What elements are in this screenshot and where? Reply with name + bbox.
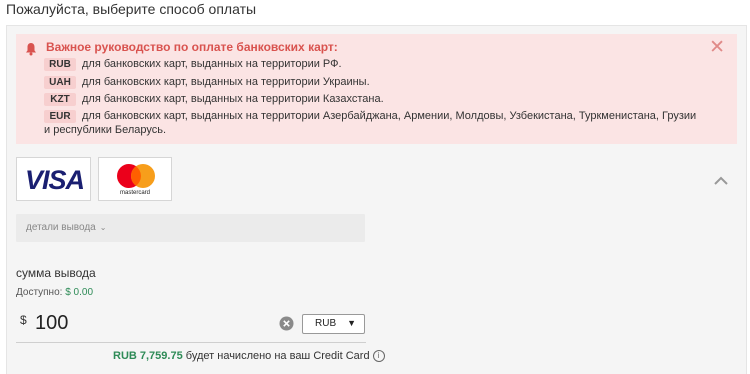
alert-title: Важное руководство по оплате банковских … — [46, 40, 338, 54]
credit-amount: RUB 7,759.75 — [113, 350, 183, 362]
alert-row-uah: UAH для банковских карт, выданных на терр… — [44, 75, 704, 89]
alert-row-rub: RUB для банковских карт, выданных на терр… — [44, 57, 704, 71]
visa-payment-option[interactable]: VISA — [16, 157, 91, 201]
mastercard-label: mastercard — [119, 190, 150, 196]
bell-icon — [25, 42, 37, 56]
clear-icon[interactable] — [279, 316, 294, 331]
visa-logo: VISA — [25, 165, 85, 195]
alert-row-text: для банковских карт, выданных на террито… — [82, 58, 342, 70]
chevron-up-icon[interactable] — [713, 173, 729, 185]
currency-select-value: RUB — [315, 318, 337, 329]
info-icon[interactable]: i — [372, 350, 385, 363]
currency-code-badge: EUR — [44, 109, 76, 123]
amount-input[interactable] — [35, 311, 265, 335]
currency-select[interactable]: RUB ▼ — [302, 314, 365, 334]
currency-symbol: $ — [20, 313, 27, 327]
currency-code-badge: RUB — [44, 57, 76, 71]
mastercard-payment-option[interactable]: mastercard — [98, 157, 172, 201]
alert-row-eur: EUR для банковских карт, выданных на терр… — [44, 109, 704, 137]
alert-row-text: для банковских карт, выданных на террито… — [82, 76, 370, 88]
available-label: Доступно: — [16, 287, 63, 298]
available-amount: $ 0.00 — [65, 287, 94, 298]
withdraw-amount-label: сумма вывода — [16, 266, 96, 280]
alert-row-kzt: KZT для банковских карт, выданных на терр… — [44, 92, 704, 106]
caret-down-icon: ▼ — [347, 318, 356, 328]
card-payment-alert: Важное руководство по оплате банковских … — [16, 34, 737, 144]
credit-summary: RUB 7,759.75 будет начислено на ваш Cred… — [113, 350, 385, 363]
alert-row-text: для банковских карт, выданных на террито… — [44, 110, 697, 136]
currency-code-badge: UAH — [44, 75, 76, 89]
close-icon[interactable]: ✕ — [709, 38, 725, 58]
credit-text: будет начислено на ваш Credit Card — [185, 350, 370, 362]
details-label: детали вывода — [26, 222, 96, 233]
page-title: Пожалуйста, выберите способ оплаты — [6, 1, 257, 17]
withdrawal-details-toggle[interactable]: детали вывода ⌄ — [16, 214, 365, 242]
available-balance: Доступно: $ 0.00 — [16, 287, 93, 298]
chevron-down-icon: ⌄ — [99, 223, 107, 232]
alert-row-text: для банковских карт, выданных на террито… — [82, 93, 384, 105]
currency-code-badge: KZT — [44, 92, 76, 106]
